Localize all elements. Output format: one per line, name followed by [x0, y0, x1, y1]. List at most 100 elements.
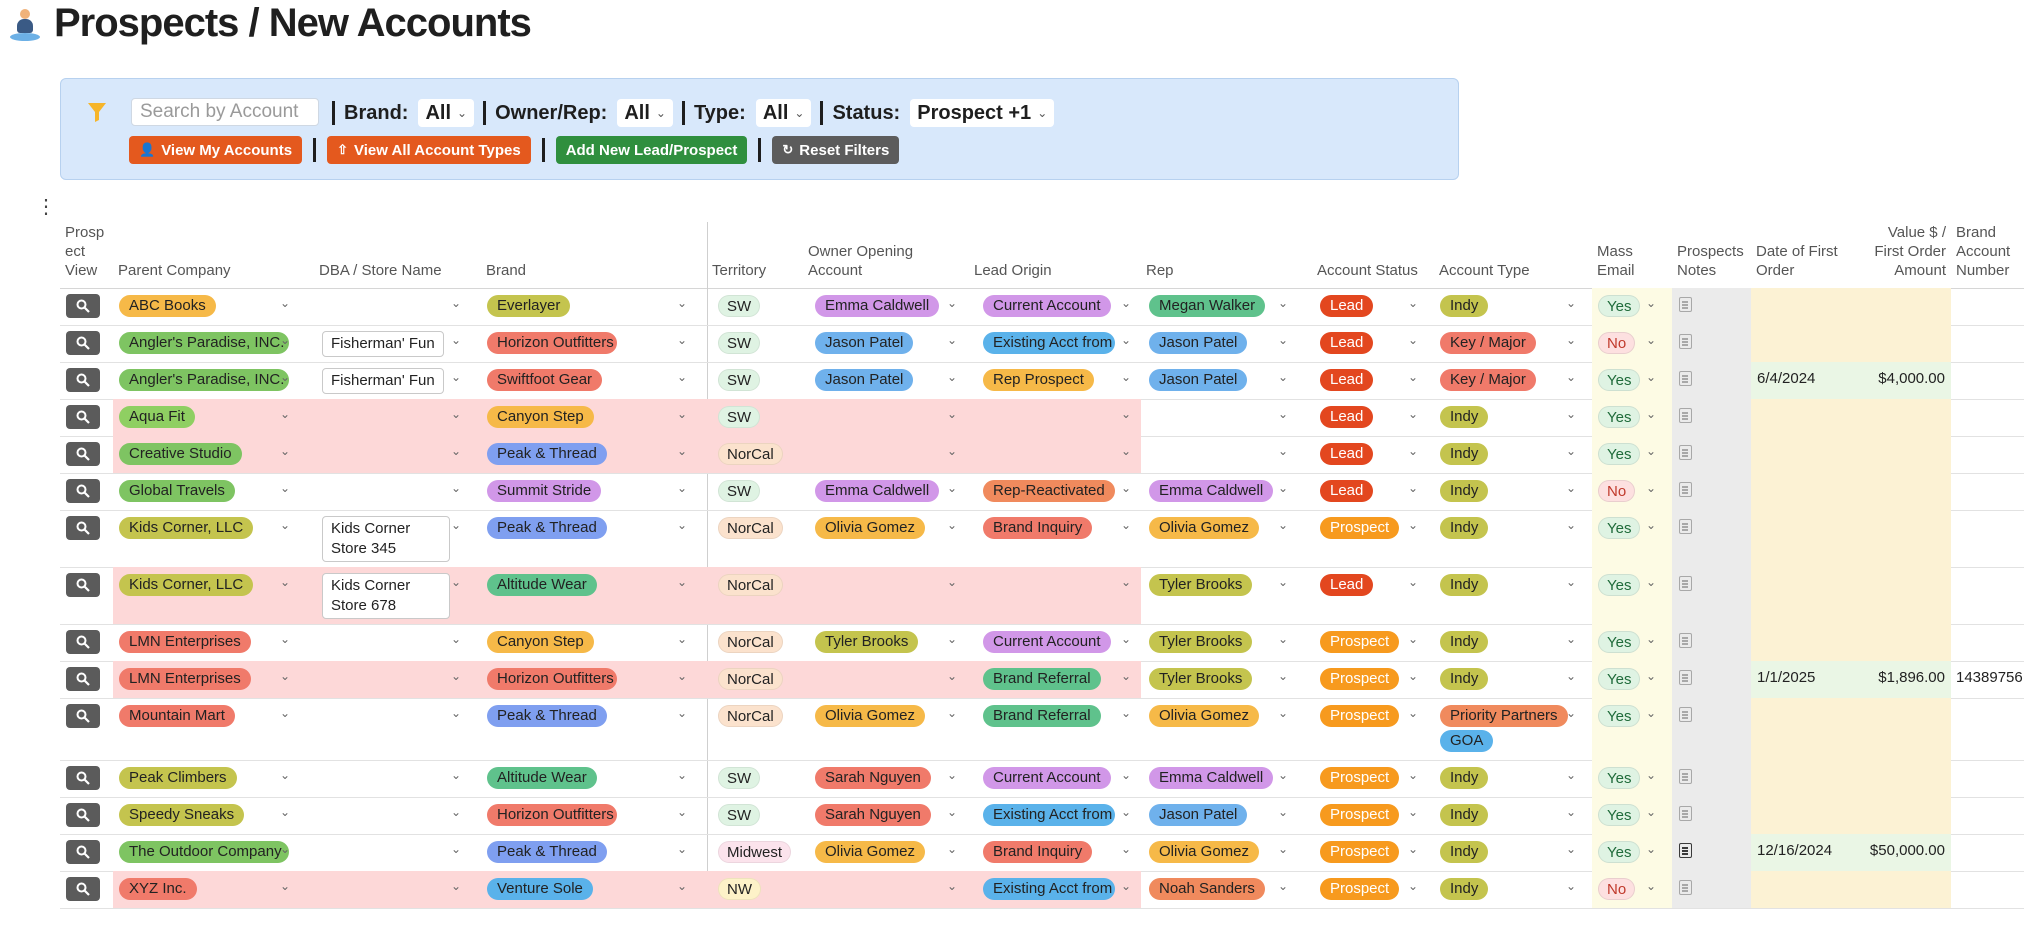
magnifier-icon[interactable]	[66, 704, 100, 728]
chevron-down-icon[interactable]: ⌄	[280, 706, 290, 720]
chevron-down-icon[interactable]: ⌄	[1646, 842, 1656, 856]
cell-owner[interactable]: Jason Patel ⌄	[803, 325, 969, 362]
cell-rep[interactable]: Olivia Gomez ⌄	[1141, 698, 1312, 760]
cell-rep[interactable]: Jason Patel ⌄	[1141, 362, 1312, 399]
cell-brand[interactable]: Swiftfoot Gear ⌄	[481, 362, 707, 399]
cell-mass[interactable]: Yes ⌄	[1592, 760, 1672, 797]
notes-icon[interactable]	[1679, 769, 1692, 784]
chevron-down-icon[interactable]: ⌄	[1121, 444, 1131, 458]
chevron-down-icon[interactable]: ⌄	[1566, 706, 1576, 720]
cell-brand[interactable]: Horizon Outfitters ⌄	[481, 797, 707, 834]
chevron-down-icon[interactable]: ⌄	[1408, 407, 1418, 421]
cell-brand[interactable]: Peak & Thread ⌄	[481, 436, 707, 473]
chevron-down-icon[interactable]: ⌄	[1278, 842, 1288, 856]
cell-parent[interactable]: Kids Corner, LLC ⌄	[113, 567, 314, 624]
cell-rep[interactable]: ⌄	[1141, 436, 1312, 473]
cell-dba[interactable]: ⌄	[314, 436, 481, 473]
chevron-down-icon[interactable]: ⌄	[947, 669, 957, 683]
chevron-down-icon[interactable]: ⌄	[1646, 879, 1656, 893]
cell-dba[interactable]: ⌄	[314, 661, 481, 698]
cell-lead[interactable]: ⌄	[969, 399, 1141, 436]
chevron-down-icon[interactable]: ⌄	[1278, 296, 1288, 310]
cell-lead[interactable]: ⌄	[969, 436, 1141, 473]
chevron-down-icon[interactable]: ⌄	[947, 444, 957, 458]
chevron-down-icon[interactable]: ⌄	[1566, 333, 1576, 347]
cell-mass[interactable]: Yes ⌄	[1592, 567, 1672, 624]
cell-owner[interactable]: Jason Patel ⌄	[803, 362, 969, 399]
chevron-down-icon[interactable]: ⌄	[947, 481, 957, 495]
cell-type[interactable]: Indy ⌄	[1434, 661, 1592, 698]
chevron-down-icon[interactable]: ⌄	[947, 296, 957, 310]
cell-brand[interactable]: Everlayer ⌄	[481, 288, 707, 325]
chevron-down-icon[interactable]: ⌄	[1566, 632, 1576, 646]
notes-icon[interactable]	[1679, 519, 1692, 534]
chevron-down-icon[interactable]: ⌄	[677, 407, 687, 421]
chevron-down-icon[interactable]: ⌄	[1646, 481, 1656, 495]
chevron-down-icon[interactable]: ⌄	[451, 370, 461, 384]
chevron-down-icon[interactable]: ⌄	[451, 768, 461, 782]
chevron-down-icon[interactable]: ⌄	[1121, 879, 1131, 893]
cell-owner[interactable]: Olivia Gomez ⌄	[803, 698, 969, 760]
magnifier-icon[interactable]	[66, 294, 100, 318]
cell-dba[interactable]: ⌄	[314, 624, 481, 661]
cell-status[interactable]: Prospect ⌄	[1312, 510, 1434, 567]
chevron-down-icon[interactable]: ⌄	[280, 333, 290, 347]
chevron-down-icon[interactable]: ⌄	[1408, 879, 1418, 893]
cell-type[interactable]: Indy ⌄	[1434, 624, 1592, 661]
add-new-lead-button[interactable]: Add New Lead/Prospect	[555, 136, 748, 164]
chevron-down-icon[interactable]: ⌄	[451, 407, 461, 421]
cell-lead[interactable]: Existing Acct from ⌄	[969, 797, 1141, 834]
cell-parent[interactable]: Mountain Mart ⌄	[113, 698, 314, 760]
cell-owner[interactable]: Sarah Nguyen ⌄	[803, 760, 969, 797]
chevron-down-icon[interactable]: ⌄	[451, 842, 461, 856]
chevron-down-icon[interactable]: ⌄	[451, 669, 461, 683]
cell-status[interactable]: Lead ⌄	[1312, 436, 1434, 473]
cell-type[interactable]: Indy ⌄	[1434, 399, 1592, 436]
cell-rep[interactable]: Tyler Brooks ⌄	[1141, 624, 1312, 661]
cell-brand[interactable]: Peak & Thread ⌄	[481, 834, 707, 871]
cell-type[interactable]: Indy ⌄	[1434, 288, 1592, 325]
cell-mass[interactable]: Yes ⌄	[1592, 698, 1672, 760]
cell-lead[interactable]: ⌄	[969, 567, 1141, 624]
cell-mass[interactable]: Yes ⌄	[1592, 362, 1672, 399]
cell-brand[interactable]: Horizon Outfitters ⌄	[481, 325, 707, 362]
cell-rep[interactable]: Emma Caldwell ⌄	[1141, 473, 1312, 510]
chevron-down-icon[interactable]: ⌄	[280, 575, 290, 589]
cell-dba[interactable]: ⌄	[314, 797, 481, 834]
view-all-account-types-button[interactable]: ⇧ View All Account Types	[327, 136, 531, 164]
chevron-down-icon[interactable]: ⌄	[677, 575, 687, 589]
cell-lead[interactable]: Current Account ⌄	[969, 624, 1141, 661]
chevron-down-icon[interactable]: ⌄	[1408, 444, 1418, 458]
cell-parent[interactable]: Angler's Paradise, INC. ⌄	[113, 325, 314, 362]
cell-type[interactable]: Indy ⌄	[1434, 797, 1592, 834]
cell-parent[interactable]: Aqua Fit ⌄	[113, 399, 314, 436]
magnifier-icon[interactable]	[66, 442, 100, 466]
cell-status[interactable]: Lead ⌄	[1312, 567, 1434, 624]
notes-icon[interactable]	[1679, 806, 1692, 821]
chevron-down-icon[interactable]: ⌄	[1566, 518, 1576, 532]
chevron-down-icon[interactable]: ⌄	[1278, 407, 1288, 421]
chevron-down-icon[interactable]: ⌄	[280, 768, 290, 782]
chevron-down-icon[interactable]: ⌄	[1278, 481, 1288, 495]
chevron-down-icon[interactable]: ⌄	[677, 518, 687, 532]
cell-lead[interactable]: Existing Acct from ⌄	[969, 871, 1141, 908]
chevron-down-icon[interactable]: ⌄	[1121, 407, 1131, 421]
chevron-down-icon[interactable]: ⌄	[1121, 805, 1131, 819]
chevron-down-icon[interactable]: ⌄	[1121, 632, 1131, 646]
chevron-down-icon[interactable]: ⌄	[451, 879, 461, 893]
type-filter-select[interactable]: All ⌄	[755, 99, 812, 127]
cell-type[interactable]: Indy ⌄	[1434, 834, 1592, 871]
cell-dba[interactable]: ⌄	[314, 871, 481, 908]
search-input[interactable]	[131, 98, 319, 126]
chevron-down-icon[interactable]: ⌄	[1646, 296, 1656, 310]
magnifier-icon[interactable]	[66, 667, 100, 691]
chevron-down-icon[interactable]: ⌄	[1566, 879, 1576, 893]
chevron-down-icon[interactable]: ⌄	[1121, 333, 1131, 347]
chevron-down-icon[interactable]: ⌄	[280, 518, 290, 532]
cell-mass[interactable]: Yes ⌄	[1592, 834, 1672, 871]
chevron-down-icon[interactable]: ⌄	[1278, 768, 1288, 782]
cell-type[interactable]: Priority Partners GOA ⌄	[1434, 698, 1592, 760]
cell-owner[interactable]: Emma Caldwell ⌄	[803, 288, 969, 325]
chevron-down-icon[interactable]: ⌄	[947, 842, 957, 856]
cell-parent[interactable]: LMN Enterprises ⌄	[113, 661, 314, 698]
